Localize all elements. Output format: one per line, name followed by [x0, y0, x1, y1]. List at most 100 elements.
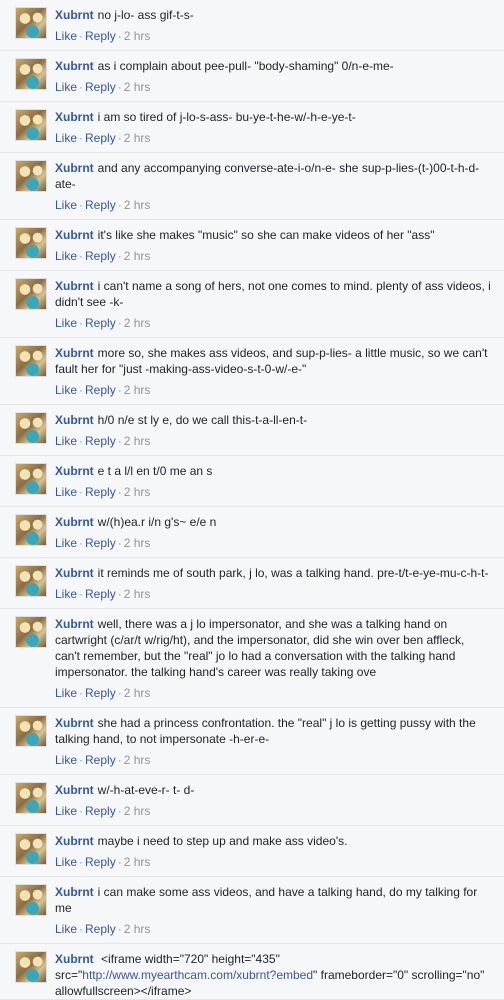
separator-dot: ·: [79, 686, 84, 700]
timestamp-link[interactable]: 2 hrs: [124, 536, 151, 550]
comment-author-link[interactable]: Xubrnt: [55, 59, 94, 73]
separator-dot: ·: [117, 855, 122, 869]
avatar[interactable]: [15, 715, 47, 747]
reply-button[interactable]: Reply: [85, 383, 116, 397]
timestamp-link[interactable]: 2 hrs: [124, 316, 151, 330]
comment-body: h/0 n/e st ly e, do we call this-t-a-ll-…: [97, 413, 308, 427]
comment-actions: Like · Reply · 2 hrs: [55, 197, 496, 213]
separator-dot: ·: [117, 922, 122, 936]
reply-button[interactable]: Reply: [85, 316, 116, 330]
reply-button[interactable]: Reply: [85, 80, 116, 94]
avatar[interactable]: [15, 109, 47, 141]
comment-item: Xubrnt as i complain about pee-pull- "bod…: [0, 51, 504, 102]
timestamp-link[interactable]: 2 hrs: [124, 383, 151, 397]
reply-button[interactable]: Reply: [85, 686, 116, 700]
timestamp-link[interactable]: 2 hrs: [124, 686, 151, 700]
comment-actions: Like · Reply · 2 hrs: [55, 433, 496, 449]
like-button[interactable]: Like: [55, 198, 77, 212]
timestamp-link[interactable]: 2 hrs: [124, 922, 151, 936]
timestamp-link[interactable]: 2 hrs: [124, 80, 151, 94]
like-button[interactable]: Like: [55, 587, 77, 601]
comment-author-link[interactable]: Xubrnt: [55, 716, 94, 730]
avatar[interactable]: [15, 227, 47, 259]
comment-author-link[interactable]: Xubrnt: [55, 464, 94, 478]
like-button[interactable]: Like: [55, 753, 77, 767]
reply-button[interactable]: Reply: [85, 198, 116, 212]
avatar[interactable]: [15, 7, 47, 39]
comment-author-link[interactable]: Xubrnt: [55, 783, 94, 797]
avatar[interactable]: [15, 951, 47, 983]
like-button[interactable]: Like: [55, 536, 77, 550]
reply-button[interactable]: Reply: [85, 753, 116, 767]
comment-author-link[interactable]: Xubrnt: [55, 617, 94, 631]
timestamp-link[interactable]: 2 hrs: [124, 485, 151, 499]
reply-button[interactable]: Reply: [85, 485, 116, 499]
comment-author-link[interactable]: Xubrnt: [55, 161, 94, 175]
like-button[interactable]: Like: [55, 80, 77, 94]
like-button[interactable]: Like: [55, 131, 77, 145]
like-button[interactable]: Like: [55, 383, 77, 397]
like-button[interactable]: Like: [55, 922, 77, 936]
reply-button[interactable]: Reply: [85, 536, 116, 550]
comment-author-link[interactable]: Xubrnt: [55, 279, 94, 293]
avatar[interactable]: [15, 412, 47, 444]
separator-dot: ·: [79, 29, 84, 43]
reply-button[interactable]: Reply: [85, 249, 116, 263]
timestamp-link[interactable]: 2 hrs: [124, 198, 151, 212]
avatar[interactable]: [15, 160, 47, 192]
like-button[interactable]: Like: [55, 316, 77, 330]
reply-button[interactable]: Reply: [85, 855, 116, 869]
timestamp-link[interactable]: 2 hrs: [124, 29, 151, 43]
comment-text: Xubrnt and any accompanying converse-ate-…: [55, 160, 496, 192]
comment-author-link[interactable]: Xubrnt: [55, 228, 94, 242]
comment-text: Xubrnt w/-h-at-eve-r- t- d-: [55, 782, 496, 798]
timestamp-link[interactable]: 2 hrs: [124, 587, 151, 601]
timestamp-link[interactable]: 2 hrs: [124, 804, 151, 818]
reply-button[interactable]: Reply: [85, 131, 116, 145]
reply-button[interactable]: Reply: [85, 434, 116, 448]
timestamp-link[interactable]: 2 hrs: [124, 131, 151, 145]
avatar[interactable]: [15, 616, 47, 648]
avatar[interactable]: [15, 58, 47, 90]
comment-body: w/(h)ea.r i/n g's~ e/e n: [97, 515, 217, 529]
comment-body: e t a l/l en t/0 me an s: [97, 464, 213, 478]
like-button[interactable]: Like: [55, 434, 77, 448]
reply-button[interactable]: Reply: [85, 29, 116, 43]
like-button[interactable]: Like: [55, 686, 77, 700]
like-button[interactable]: Like: [55, 485, 77, 499]
separator-dot: ·: [79, 485, 84, 499]
comment-author-link[interactable]: Xubrnt: [55, 110, 94, 124]
comment-text: Xubrnt it's like she makes "music" so she…: [55, 227, 496, 243]
separator-dot: ·: [117, 80, 122, 94]
comment-author-link[interactable]: Xubrnt: [55, 952, 94, 966]
like-button[interactable]: Like: [55, 29, 77, 43]
reply-button[interactable]: Reply: [85, 804, 116, 818]
timestamp-link[interactable]: 2 hrs: [124, 753, 151, 767]
comment-author-link[interactable]: Xubrnt: [55, 515, 94, 529]
like-button[interactable]: Like: [55, 249, 77, 263]
timestamp-link[interactable]: 2 hrs: [124, 855, 151, 869]
comment-author-link[interactable]: Xubrnt: [55, 8, 94, 22]
avatar[interactable]: [15, 463, 47, 495]
like-button[interactable]: Like: [55, 855, 77, 869]
comment-author-link[interactable]: Xubrnt: [55, 346, 94, 360]
avatar[interactable]: [15, 565, 47, 597]
reply-button[interactable]: Reply: [85, 587, 116, 601]
comment-author-link[interactable]: Xubrnt: [55, 885, 94, 899]
comment-url-link[interactable]: http://www.myearthcam.com/xubrnt?embed: [82, 968, 313, 982]
comment-author-link[interactable]: Xubrnt: [55, 834, 94, 848]
comment-author-link[interactable]: Xubrnt: [55, 413, 94, 427]
reply-button[interactable]: Reply: [85, 922, 116, 936]
timestamp-link[interactable]: 2 hrs: [124, 249, 151, 263]
avatar[interactable]: [15, 833, 47, 865]
avatar[interactable]: [15, 345, 47, 377]
separator-dot: ·: [117, 198, 122, 212]
avatar[interactable]: [15, 782, 47, 814]
avatar[interactable]: [15, 514, 47, 546]
like-button[interactable]: Like: [55, 804, 77, 818]
avatar[interactable]: [15, 278, 47, 310]
timestamp-link[interactable]: 2 hrs: [124, 434, 151, 448]
comment-actions: Like · Reply · 2 hrs: [55, 535, 496, 551]
avatar[interactable]: [15, 884, 47, 916]
comment-author-link[interactable]: Xubrnt: [55, 566, 94, 580]
